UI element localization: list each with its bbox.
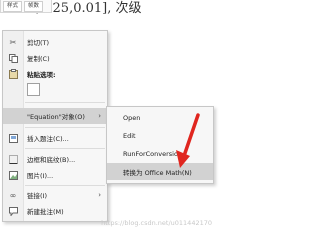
comment-icon <box>8 206 18 216</box>
watermark: https://blog.csdn.net/u011442170 <box>101 219 212 227</box>
caption-icon <box>8 133 18 143</box>
menu-item-picture[interactable]: 图片(I)... <box>3 167 107 183</box>
menu-item-insert-caption-label: 插入题注(C)... <box>27 135 69 143</box>
mini-toolbar-styles-button[interactable]: 样式 <box>3 0 23 12</box>
menu-item-new-comment-label: 新建批注(M) <box>27 208 64 216</box>
menu-item-copy[interactable]: 复制(C) <box>3 50 107 66</box>
menu-item-equation-object[interactable]: "Equation"对象(O) › <box>3 108 107 124</box>
submenu-arrow-icon: › <box>98 191 101 199</box>
borders-icon <box>8 154 18 164</box>
menu-item-paste-label: 粘贴选项: <box>27 71 56 79</box>
menu-separator <box>25 127 105 128</box>
copy-icon <box>8 53 18 63</box>
menu-separator <box>25 102 105 103</box>
menu-item-cut[interactable]: ✂ 剪切(T) <box>3 34 107 50</box>
paste-button-row <box>3 83 107 98</box>
menu-item-picture-label: 图片(I)... <box>27 172 54 180</box>
paste-icon <box>8 69 18 79</box>
mini-toolbar: 样式 帧数 <box>0 0 52 13</box>
scissors-icon: ✂ <box>9 37 17 47</box>
menu-item-insert-caption[interactable]: 插入题注(C)... <box>3 130 107 146</box>
mini-toolbar-frames-button[interactable]: 帧数 <box>24 0 44 12</box>
menu-item-new-comment[interactable]: 新建批注(M) <box>3 203 107 219</box>
menu-item-borders-shading[interactable]: 边框和底纹(B)... <box>3 151 107 167</box>
submenu-item-open-label: Open <box>123 113 141 122</box>
menu-item-link[interactable]: ∞ 链接(I) › <box>3 187 107 203</box>
menu-item-paste-options: 粘贴选项: <box>3 66 107 82</box>
menu-item-copy-label: 复制(C) <box>27 55 50 63</box>
menu-item-link-label: 链接(I) <box>27 192 47 200</box>
red-annotation-arrow-icon <box>176 113 200 168</box>
submenu-arrow-icon: › <box>98 112 101 120</box>
menu-item-borders-shading-label: 边框和底纹(B)... <box>27 156 76 164</box>
picture-icon <box>8 170 18 180</box>
paste-keep-format-icon[interactable] <box>27 83 40 96</box>
context-menu: ✂ 剪切(T) 复制(C) 粘贴选项: "Equation"对象(O) › 插入… <box>2 30 108 222</box>
link-icon: ∞ <box>9 190 17 200</box>
menu-separator <box>25 148 105 149</box>
menu-item-equation-object-label: "Equation"对象(O) <box>27 113 85 121</box>
menu-separator <box>25 185 105 186</box>
submenu-item-edit-label: Edit <box>123 131 136 140</box>
menu-item-cut-label: 剪切(T) <box>27 39 50 47</box>
